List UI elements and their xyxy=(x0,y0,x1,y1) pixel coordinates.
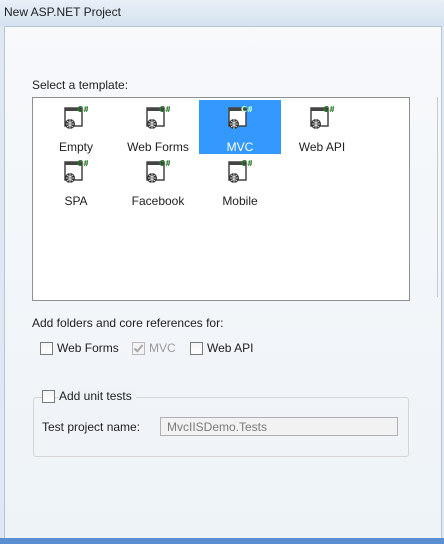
template-label: Web API xyxy=(298,140,346,154)
add-unit-tests-label[interactable]: Add unit tests xyxy=(59,389,136,403)
template-mvc[interactable]: C# MVC xyxy=(199,100,281,154)
project-template-icon: C# xyxy=(146,105,170,129)
template-facebook[interactable]: C# Facebook xyxy=(117,154,199,208)
select-template-label: Select a template: xyxy=(32,78,129,92)
web-api-checkbox-label[interactable]: Web API xyxy=(207,341,253,355)
project-template-icon: C# xyxy=(310,105,334,129)
svg-text:C#: C# xyxy=(323,105,334,114)
svg-text:C#: C# xyxy=(159,159,170,168)
web-forms-checkbox-label[interactable]: Web Forms xyxy=(57,341,119,355)
divider xyxy=(437,97,438,297)
svg-text:C#: C# xyxy=(77,159,88,168)
title-bar: New ASP.NET Project xyxy=(0,0,444,26)
template-empty[interactable]: C# Empty xyxy=(35,100,117,154)
project-template-icon: C# xyxy=(228,105,252,129)
template-label: SPA xyxy=(64,194,88,208)
references-label: Add folders and core references for: xyxy=(32,316,224,330)
template-label: Web Forms xyxy=(127,140,189,154)
project-template-icon: C# xyxy=(64,105,88,129)
web-forms-checkbox[interactable] xyxy=(40,342,53,355)
window-title: New ASP.NET Project xyxy=(4,5,121,19)
web-api-checkbox[interactable] xyxy=(190,342,203,355)
add-unit-tests-checkbox[interactable] xyxy=(42,390,55,403)
test-project-name-label: Test project name: xyxy=(42,420,141,434)
template-label: Facebook xyxy=(131,194,185,208)
project-template-icon: C# xyxy=(228,159,252,183)
svg-text:C#: C# xyxy=(159,105,170,114)
project-template-icon: C# xyxy=(64,159,88,183)
svg-text:C#: C# xyxy=(77,105,88,114)
template-web-forms[interactable]: C# Web Forms xyxy=(117,100,199,154)
template-label: MVC xyxy=(226,140,254,154)
template-label: Empty xyxy=(58,140,93,154)
template-spa[interactable]: C# SPA xyxy=(35,154,117,208)
svg-text:C#: C# xyxy=(241,159,252,168)
template-label: Mobile xyxy=(222,194,258,208)
template-mobile[interactable]: C# Mobile xyxy=(199,154,281,208)
test-project-name-input: MvcIISDemo.Tests xyxy=(160,417,398,436)
project-template-icon: C# xyxy=(146,159,170,183)
mvc-checkbox-label: MVC xyxy=(149,341,176,355)
window-bottom-border xyxy=(0,538,444,544)
template-web-api[interactable]: C# Web API xyxy=(281,100,363,154)
svg-text:C#: C# xyxy=(241,105,252,114)
mvc-checkbox xyxy=(132,342,145,355)
template-list[interactable]: C# Empty C# Web Forms C# MVC C# xyxy=(32,97,410,301)
